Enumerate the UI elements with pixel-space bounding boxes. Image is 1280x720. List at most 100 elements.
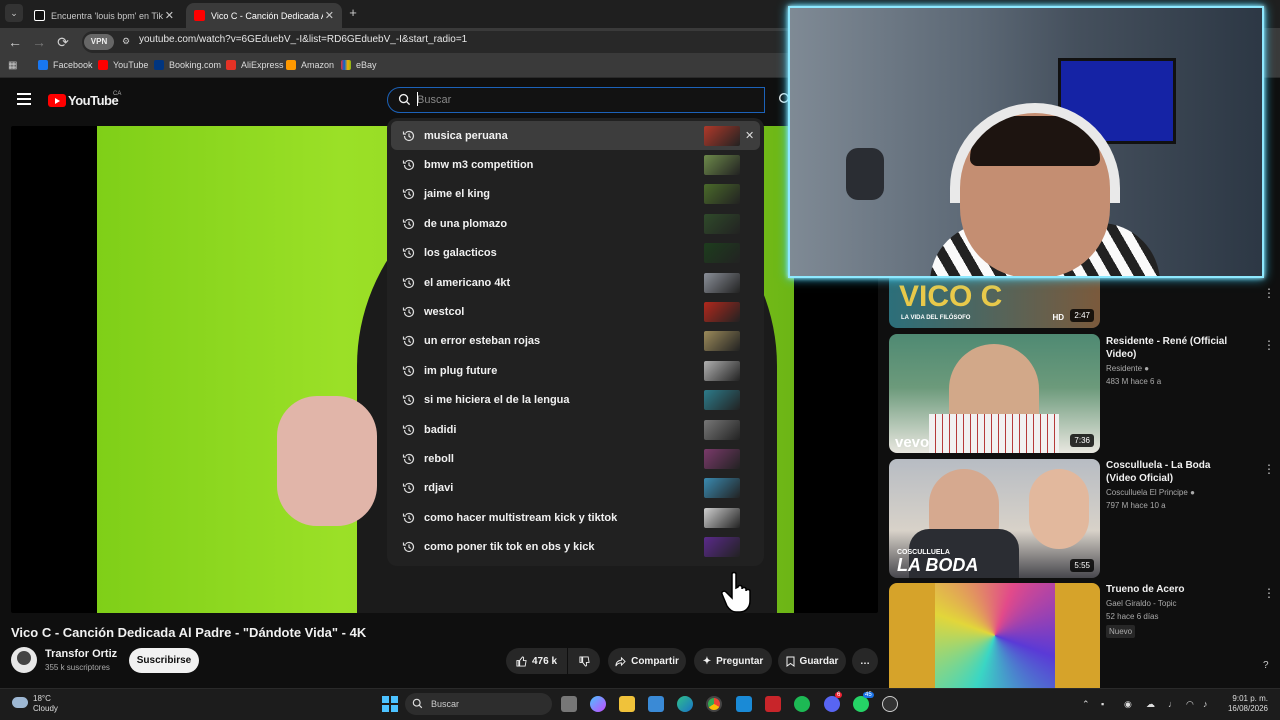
tab-tiktok[interactable]: Encuentra 'louis bpm' en TikTo ✕ — [26, 3, 182, 28]
copilot-icon[interactable] — [590, 696, 606, 712]
search-suggestion[interactable]: el americano 4kt — [391, 268, 760, 297]
cloud-sync-icon[interactable]: ☁ — [1146, 699, 1155, 710]
system-clock[interactable]: 9:01 p. m. 16/08/2026 — [1204, 694, 1268, 714]
wifi-icon[interactable]: ◠ — [1186, 699, 1194, 710]
tray-app-icon[interactable]: ▪ — [1101, 699, 1104, 709]
bookmark-aliexpress[interactable]: AliExpress — [226, 60, 284, 70]
rec-thumbnail-2[interactable]: vevo 7:36 — [889, 334, 1100, 453]
file-explorer-icon[interactable] — [619, 696, 635, 712]
share-button[interactable]: Compartir — [608, 648, 686, 674]
filezilla-icon[interactable] — [736, 696, 752, 712]
search-suggestion[interactable]: los galacticos — [391, 239, 760, 268]
search-suggestion[interactable]: westcol — [391, 297, 760, 326]
bookmark-booking[interactable]: Booking.com — [154, 60, 221, 70]
tiktok-icon — [34, 10, 45, 21]
menu-icon[interactable] — [17, 93, 31, 105]
rec-title[interactable]: Residente - René (Official Video) — [1106, 335, 1236, 361]
save-button[interactable]: Guardar — [778, 648, 846, 674]
suggestion-thumbnail — [704, 213, 740, 234]
ebay-icon — [341, 60, 351, 70]
task-view-icon[interactable] — [561, 696, 577, 712]
taskbar-search[interactable] — [405, 693, 552, 715]
search-suggestion[interactable]: rdjavi — [391, 474, 760, 503]
search-suggestion[interactable]: musica peruana ✕ — [391, 121, 760, 150]
ask-button[interactable]: ✦ Preguntar — [694, 648, 772, 674]
search-suggestion[interactable]: im plug future — [391, 356, 760, 385]
search-suggestion[interactable]: bmw m3 competition — [391, 150, 760, 179]
rec-thumbnail-4[interactable] — [889, 583, 1100, 688]
bookmark-amazon[interactable]: Amazon — [286, 60, 334, 70]
channel-avatar[interactable] — [11, 647, 37, 673]
rec-thumb-text: LA BODA — [897, 555, 979, 575]
history-icon — [402, 336, 415, 347]
search-suggestion[interactable]: un error esteban rojas — [391, 327, 760, 356]
like-button[interactable]: 476 k — [506, 648, 567, 674]
history-icon — [402, 365, 415, 376]
edge-icon[interactable] — [677, 696, 693, 712]
subscribe-button[interactable]: Suscribirse — [129, 648, 199, 673]
close-icon[interactable]: ✕ — [165, 9, 174, 22]
search-suggestion[interactable]: como hacer multistream kick y tiktok — [391, 503, 760, 532]
history-icon — [402, 130, 415, 141]
history-icon — [402, 483, 415, 494]
rec-title[interactable]: Trueno de Acero — [1106, 583, 1236, 596]
bookmark-facebook[interactable]: Facebook — [38, 60, 93, 70]
youtube-logo[interactable]: YouTube — [48, 93, 119, 108]
more-actions-button[interactable]: … — [852, 648, 878, 674]
webcam-microphone — [846, 148, 884, 200]
suggestion-label: badidi — [424, 423, 457, 436]
weather-widget[interactable]: 18°C Cloudy — [33, 694, 58, 714]
whatsapp-icon[interactable] — [853, 696, 869, 712]
obs-icon[interactable] — [882, 696, 898, 712]
more-icon[interactable]: ⋮ — [1263, 586, 1275, 600]
chevron-up-icon[interactable]: ⌃ — [1082, 699, 1090, 710]
search-suggestion[interactable]: badidi — [391, 415, 760, 444]
forward-icon[interactable]: → — [30, 33, 48, 51]
reload-icon[interactable]: ⟳ — [54, 33, 72, 51]
new-tab-button[interactable]: + — [344, 4, 362, 22]
suggestion-label: como poner tik tok en obs y kick — [424, 541, 595, 554]
tab-youtube[interactable]: Vico C - Canción Dedicada Al P ✕ — [186, 3, 342, 28]
more-icon[interactable]: ⋮ — [1263, 462, 1275, 476]
search-suggestion[interactable]: reboll — [391, 444, 760, 473]
search-suggestion[interactable]: si me hiciera el de la lengua — [391, 386, 760, 415]
search-suggestion[interactable]: jaime el king — [391, 180, 760, 209]
microphone-icon[interactable]: ♩ — [1168, 699, 1177, 709]
suggestion-thumbnail — [704, 390, 740, 411]
tab-title: Vico C - Canción Dedicada Al P — [211, 10, 323, 21]
start-button[interactable] — [382, 696, 398, 712]
url-text[interactable]: youtube.com/watch?v=6GEduebV_-I&list=RD6… — [139, 34, 467, 45]
help-icon[interactable]: ? — [1263, 660, 1269, 671]
more-icon[interactable]: ⋮ — [1263, 286, 1275, 300]
store-icon[interactable] — [648, 696, 664, 712]
bookmark-ebay[interactable]: eBay — [341, 60, 377, 70]
dislike-button[interactable] — [568, 648, 600, 674]
apps-grid-icon[interactable]: ▦ — [8, 60, 17, 71]
back-icon[interactable]: ← — [6, 33, 24, 51]
tab-list-button[interactable]: ⌄ — [5, 4, 23, 22]
remove-suggestion-icon[interactable]: ✕ — [745, 129, 754, 142]
booking-icon — [154, 60, 164, 70]
rec-thumbnail-1[interactable]: VICO C LA VIDA DEL FILÓSOFO HD 2:47 — [889, 278, 1100, 328]
rec-title[interactable]: Cosculluela - La Boda (Video Oficial) — [1106, 459, 1236, 485]
vpn-badge[interactable]: VPN — [84, 34, 114, 50]
close-icon[interactable]: ✕ — [325, 9, 334, 22]
search-suggestion[interactable]: de una plomazo — [391, 209, 760, 238]
more-icon[interactable]: ⋮ — [1263, 338, 1275, 352]
history-icon — [402, 512, 415, 523]
chrome-icon[interactable] — [706, 696, 722, 712]
search-suggestion[interactable]: como poner tik tok en obs y kick — [391, 533, 760, 562]
discord-icon[interactable] — [824, 696, 840, 712]
spotify-icon[interactable] — [794, 696, 810, 712]
video-title: Vico C - Canción Dedicada Al Padre - "Dá… — [11, 625, 367, 640]
suggestion-label: musica peruana — [424, 129, 508, 142]
channel-name[interactable]: Transfor Ortiz — [45, 648, 117, 660]
search-input[interactable] — [417, 90, 747, 110]
share-icon — [615, 656, 626, 666]
bookmark-youtube[interactable]: YouTube — [98, 60, 148, 70]
country-code: CA — [113, 91, 122, 97]
site-info-icon[interactable]: ⚙ — [122, 36, 130, 47]
tray-app-icon[interactable]: ◉ — [1124, 699, 1132, 710]
rec-thumbnail-3[interactable]: COSCULLUELA LA BODA 5:55 — [889, 459, 1100, 578]
winrar-icon[interactable] — [765, 696, 781, 712]
